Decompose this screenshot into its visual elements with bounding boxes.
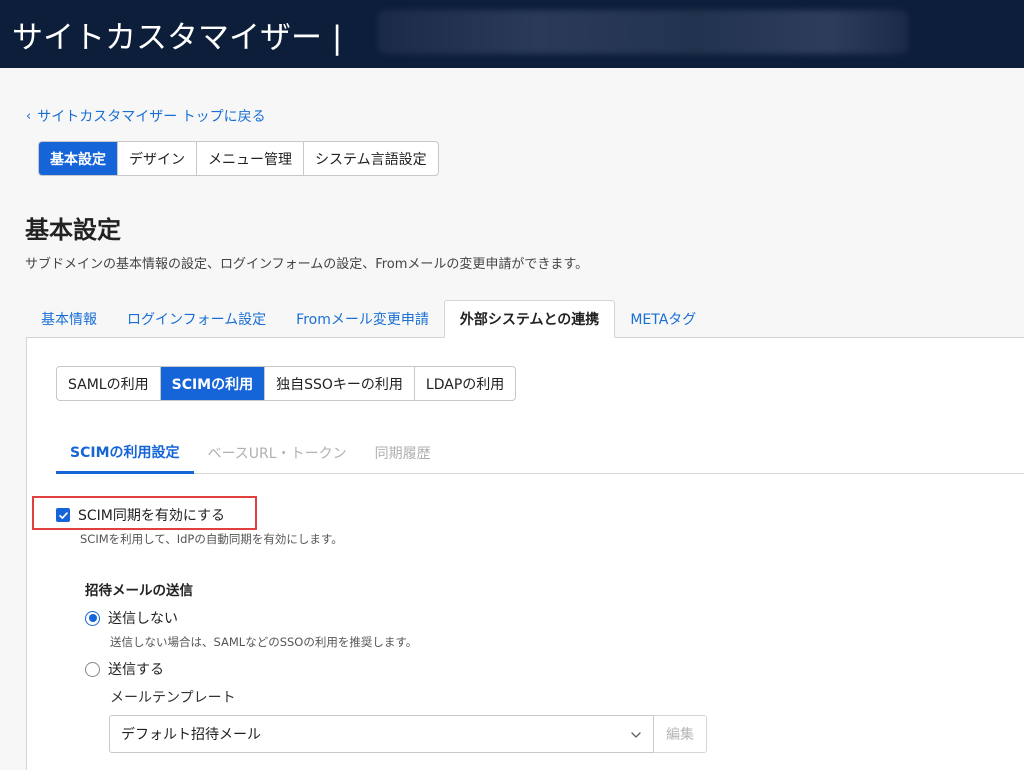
tab-system-language[interactable]: システム言語設定: [304, 142, 438, 175]
invite-mail-title: 招待メールの送信: [85, 583, 193, 599]
tab-basic-info[interactable]: 基本情報: [26, 300, 112, 338]
integration-nav: SAMLの利用 SCIMの利用 独自SSOキーの利用 LDAPの利用: [56, 366, 517, 401]
send-radio[interactable]: [85, 661, 100, 677]
radio-option-send[interactable]: 送信する: [85, 659, 164, 679]
tab-meta-tags[interactable]: METAタグ: [615, 300, 711, 338]
tab-scim[interactable]: SCIMの利用: [160, 367, 266, 400]
scim-sync-label: SCIM同期を有効にする: [78, 508, 226, 524]
checkmark-icon: [58, 511, 68, 519]
chevron-down-icon: [631, 732, 641, 738]
tab-from-mail[interactable]: Fromメール変更申請: [281, 300, 444, 338]
customizer-nav: 基本設定 デザイン メニュー管理 システム言語設定: [38, 141, 439, 176]
back-link-label: サイトカスタマイザー トップに戻る: [37, 109, 266, 125]
no-send-help: 送信しない場合は、SAMLなどのSSOの利用を推奨します。: [110, 635, 418, 649]
page-title: 基本設定: [25, 216, 121, 244]
app-title: サイトカスタマイザー |: [12, 19, 343, 56]
page-description: サブドメインの基本情報の設定、ログインフォームの設定、Fromメールの変更申請が…: [25, 257, 589, 272]
tab-custom-sso-key[interactable]: 独自SSOキーの利用: [265, 367, 415, 400]
tab-design[interactable]: デザイン: [118, 142, 197, 175]
tab-basic-settings[interactable]: 基本設定: [39, 142, 118, 175]
redacted-site-name: [378, 10, 908, 54]
no-send-label: 送信しない: [108, 611, 178, 627]
tab-saml[interactable]: SAMLの利用: [57, 367, 161, 400]
scim-sync-checkbox[interactable]: [56, 508, 70, 522]
scim-sync-help: SCIMを利用して、IdPの自動同期を有効にします。: [80, 532, 343, 546]
tab-ldap[interactable]: LDAPの利用: [415, 367, 515, 400]
tab-sync-history[interactable]: 同期履歴: [361, 432, 445, 473]
app-header: サイトカスタマイザー |: [0, 0, 1024, 68]
no-send-radio[interactable]: [85, 610, 100, 626]
edit-template-button[interactable]: 編集: [654, 715, 707, 753]
scim-tabs: SCIMの利用設定 ベースURL・トークン 同期履歴: [56, 432, 1024, 474]
settings-tabs: 基本情報 ログインフォーム設定 Fromメール変更申請 外部システムとの連携 M…: [26, 300, 711, 338]
radio-option-no-send[interactable]: 送信しない: [85, 608, 178, 628]
back-to-top-link[interactable]: ‹ サイトカスタマイザー トップに戻る: [26, 106, 266, 126]
scim-sync-option[interactable]: SCIM同期を有効にする: [56, 505, 225, 525]
tab-scim-settings[interactable]: SCIMの利用設定: [56, 432, 194, 474]
tab-base-url-token[interactable]: ベースURL・トークン: [194, 432, 361, 473]
mail-template-select[interactable]: デフォルト招待メール: [109, 715, 654, 753]
tab-login-form[interactable]: ログインフォーム設定: [112, 300, 281, 338]
mail-template-value: デフォルト招待メール: [121, 727, 261, 743]
send-label: 送信する: [108, 662, 164, 678]
tab-menu-management[interactable]: メニュー管理: [197, 142, 304, 175]
mail-template-label: メールテンプレート: [110, 690, 236, 706]
chevron-left-icon: ‹: [26, 108, 32, 124]
tab-external-systems[interactable]: 外部システムとの連携: [443, 300, 616, 338]
